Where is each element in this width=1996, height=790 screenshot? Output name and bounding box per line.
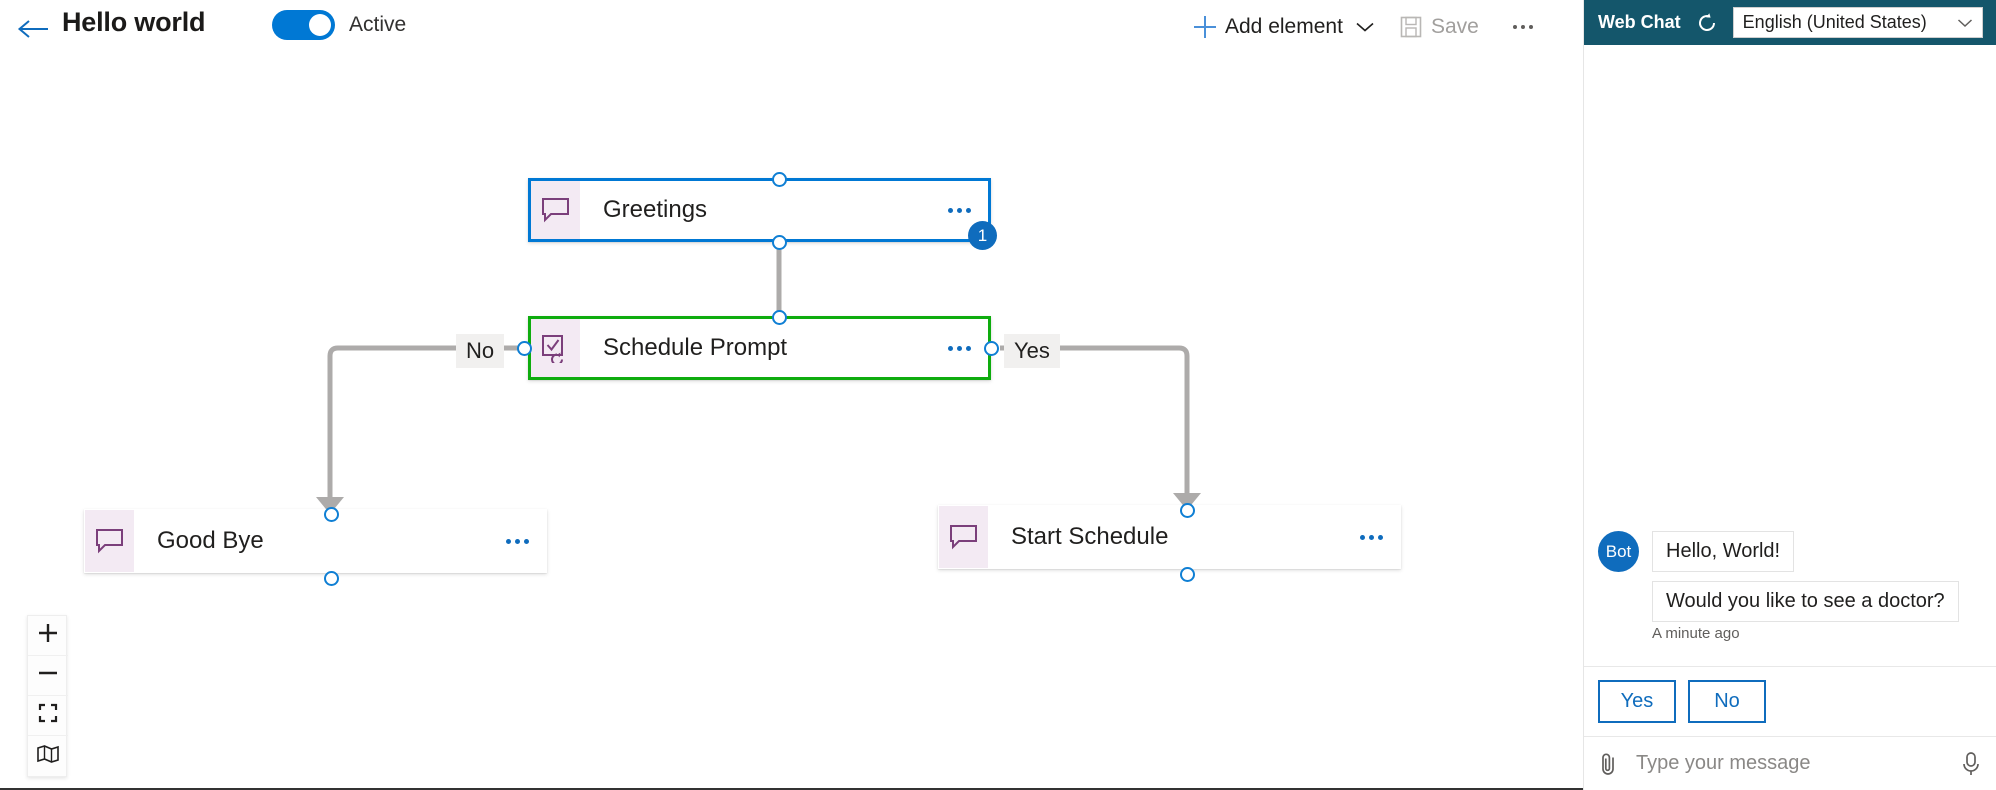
chat-panel-title: Web Chat: [1598, 12, 1681, 33]
page-title: Hello world: [62, 7, 205, 38]
checkbox-loop-icon: [531, 319, 580, 377]
language-select[interactable]: English (United States): [1733, 7, 1983, 38]
save-label: Save: [1431, 15, 1479, 39]
add-element-label: Add element: [1225, 15, 1343, 39]
add-element-button[interactable]: Add element: [1192, 9, 1375, 45]
port-schedule-right-yes[interactable]: [984, 341, 999, 356]
microphone-icon[interactable]: [1956, 749, 1986, 779]
port-greetings-bottom[interactable]: [772, 235, 787, 250]
active-toggle-label: Active: [349, 13, 406, 37]
ellipsis-icon: [506, 539, 529, 544]
canvas-zoom-controls: [27, 615, 67, 777]
ellipsis-icon: [1360, 535, 1383, 540]
paperclip-icon[interactable]: [1594, 749, 1624, 779]
active-toggle[interactable]: [272, 10, 335, 40]
chat-message-timestamp: A minute ago: [1598, 625, 1982, 642]
port-schedule-left-no[interactable]: [517, 341, 532, 356]
back-arrow-icon[interactable]: [15, 11, 51, 47]
port-goodbye-top[interactable]: [324, 507, 339, 522]
minus-icon: [37, 662, 59, 689]
flow-node-title: Schedule Prompt: [580, 319, 930, 377]
avatar: Bot: [1598, 531, 1639, 572]
chat-message-bubble: Would you like to see a doctor?: [1652, 581, 1959, 622]
chat-message-row: Bot Hello, World!: [1598, 531, 1982, 572]
top-toolbar: Hello world Active Add element: [0, 0, 1583, 57]
flow-node-start-schedule[interactable]: Start Schedule: [938, 505, 1401, 569]
flow-node-schedule-prompt[interactable]: Schedule Prompt: [528, 316, 991, 380]
ellipsis-icon: [1513, 25, 1533, 29]
plus-icon: [1192, 14, 1218, 40]
flow-node-title: Good Bye: [134, 510, 488, 572]
flow-node-greetings[interactable]: Greetings: [528, 178, 991, 242]
suggested-action-yes[interactable]: Yes: [1598, 680, 1676, 723]
flow-node-title: Greetings: [580, 181, 930, 239]
save-button[interactable]: Save: [1399, 9, 1479, 45]
suggested-action-no[interactable]: No: [1688, 680, 1766, 723]
port-startschedule-top[interactable]: [1180, 503, 1195, 518]
port-greetings-top[interactable]: [772, 172, 787, 187]
language-value: English (United States): [1743, 12, 1957, 33]
refresh-icon[interactable]: [1695, 11, 1719, 35]
message-bubble-icon: [939, 506, 988, 568]
chat-transcript[interactable]: Bot Hello, World! Would you like to see …: [1584, 45, 1996, 666]
app-root: Hello world Active Add element: [0, 0, 1996, 790]
minimap-button[interactable]: [28, 736, 68, 776]
chevron-down-icon[interactable]: [1355, 21, 1375, 33]
map-icon: [36, 744, 60, 769]
message-bubble-icon: [531, 181, 580, 239]
zoom-out-button[interactable]: [28, 656, 68, 696]
zoom-in-button[interactable]: [28, 616, 68, 656]
branch-label-yes: Yes: [1004, 334, 1060, 368]
ellipsis-icon: [948, 208, 971, 213]
more-options-button[interactable]: [1505, 9, 1541, 45]
ellipsis-icon: [948, 346, 971, 351]
flow-node-menu-button[interactable]: [1342, 506, 1400, 568]
port-startschedule-bottom[interactable]: [1180, 567, 1195, 582]
chat-message-bubble: Hello, World!: [1652, 531, 1794, 572]
message-list: Bot Hello, World! Would you like to see …: [1584, 531, 1996, 656]
toggle-knob: [309, 14, 331, 36]
branch-label-no: No: [456, 334, 504, 368]
message-bubble-icon: [85, 510, 134, 572]
web-chat-panel: Web Chat English (United States): [1583, 0, 1996, 790]
fit-screen-icon: [37, 702, 59, 729]
flow-node-badge-greetings[interactable]: 1: [968, 221, 997, 250]
connector-lines: [0, 57, 1583, 788]
flow-node-menu-button[interactable]: [488, 510, 546, 572]
message-composer: [1584, 736, 1996, 790]
plus-icon: [37, 622, 59, 649]
port-schedule-top[interactable]: [772, 310, 787, 325]
message-input[interactable]: [1624, 752, 1956, 775]
chat-message-row: Would you like to see a doctor?: [1598, 581, 1982, 622]
port-goodbye-bottom[interactable]: [324, 571, 339, 586]
save-icon: [1399, 15, 1423, 39]
suggested-actions: Yes No: [1584, 666, 1996, 736]
flow-node-menu-button[interactable]: [930, 319, 988, 377]
fit-to-screen-button[interactable]: [28, 696, 68, 736]
flow-node-title: Start Schedule: [988, 506, 1342, 568]
chevron-down-icon: [1957, 18, 1973, 28]
flow-canvas[interactable]: Greetings 1 Schedule Prompt: [0, 57, 1583, 788]
flow-node-good-bye[interactable]: Good Bye: [84, 509, 547, 573]
chat-panel-header: Web Chat English (United States): [1584, 0, 1996, 45]
